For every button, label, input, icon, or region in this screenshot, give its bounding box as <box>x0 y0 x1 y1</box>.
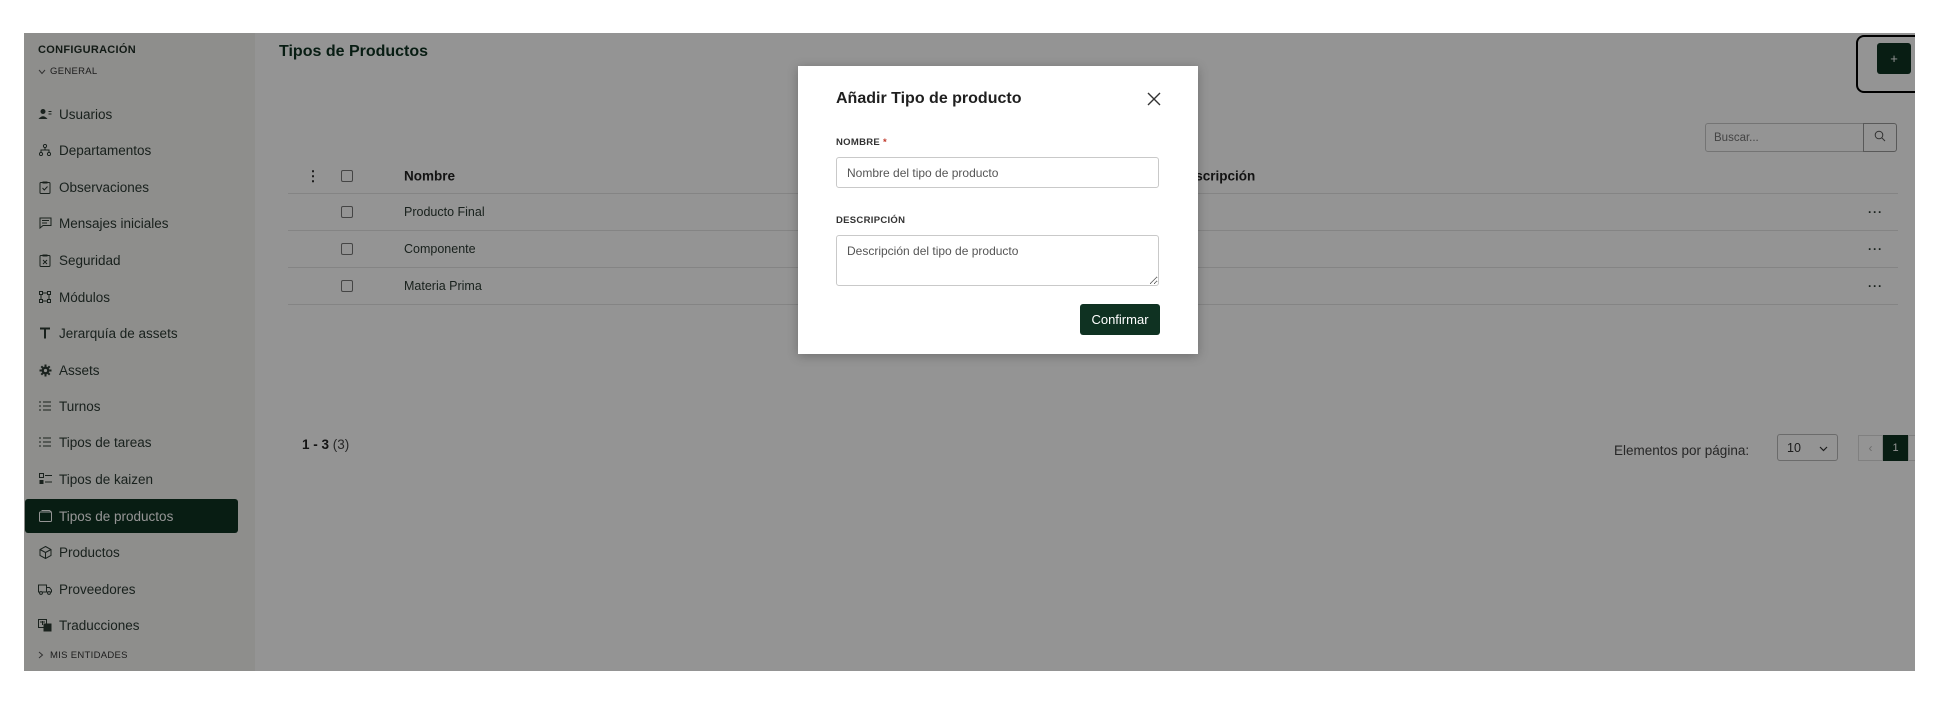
name-field-label: NOMBRE * <box>836 137 887 148</box>
add-product-type-dialog: Añadir Tipo de producto NOMBRE * DESCRIP… <box>798 66 1198 354</box>
name-label-text: NOMBRE <box>836 137 881 148</box>
required-marker: * <box>882 137 887 148</box>
add-button-highlight <box>1856 35 1915 93</box>
name-input[interactable] <box>836 157 1159 188</box>
description-textarea[interactable] <box>836 235 1159 286</box>
app-window: CONFIGURACIÓN GENERAL Usuarios Departame… <box>24 33 1915 671</box>
close-icon[interactable] <box>1143 88 1165 110</box>
description-field-label: DESCRIPCIÓN <box>836 215 906 226</box>
confirm-button[interactable]: Confirmar <box>1080 304 1160 335</box>
dialog-title: Añadir Tipo de producto <box>836 90 1022 107</box>
